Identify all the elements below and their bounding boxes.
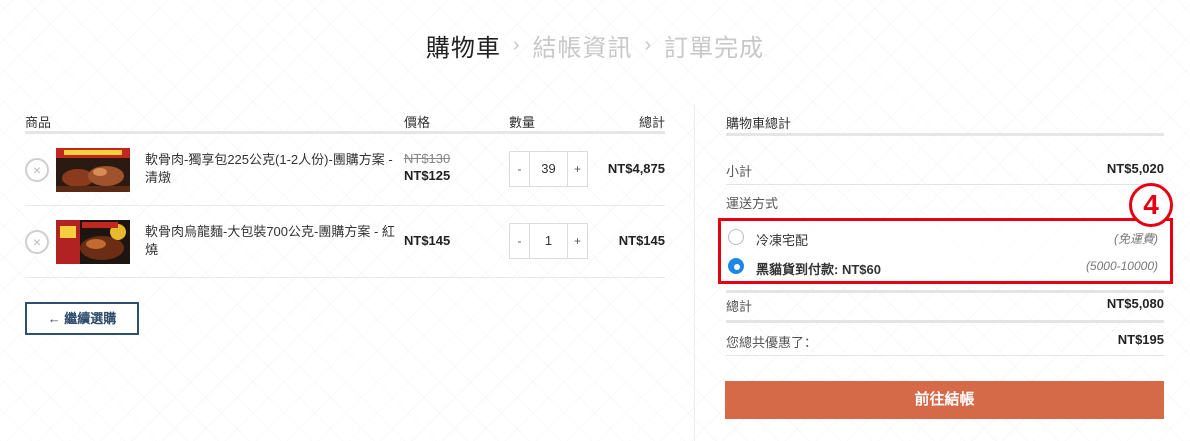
quantity-decrease-button[interactable]: - <box>510 224 529 258</box>
total-label: 總計 <box>726 299 753 314</box>
quantity-input[interactable]: 39 <box>529 152 568 186</box>
quantity-increase-button[interactable]: + <box>568 224 587 258</box>
cart-row: × 軟骨肉-獨享包225公克(1-2人份)-團購方案 - 清燉 NT$130 N… <box>25 134 665 206</box>
row-total: NT$145 <box>618 233 665 248</box>
quantity-stepper: - 39 + <box>509 151 588 187</box>
row-total: NT$4,875 <box>607 161 665 176</box>
header-quantity: 數量 <box>509 115 536 130</box>
product-name-link[interactable]: 軟骨肉烏龍麵-大包裝700公克-團購方案 - 紅燒 <box>145 223 395 259</box>
divider-line <box>726 184 1164 185</box>
proceed-to-checkout-button[interactable]: 前往結帳 <box>725 381 1164 419</box>
shipping-option-note: (5000-10000) <box>1085 259 1158 273</box>
quantity-increase-button[interactable]: + <box>568 152 587 186</box>
cart-totals-title: 購物車總計 <box>726 104 1164 136</box>
sale-price: NT$145 <box>404 233 451 248</box>
chevron-right-icon: › <box>512 34 521 56</box>
remove-item-button[interactable]: × <box>25 230 49 254</box>
shipping-option-note: (免運費) <box>1114 232 1158 246</box>
total-value: NT$5,080 <box>1106 296 1164 311</box>
column-divider <box>694 104 695 441</box>
step-order-complete: 訂單完成 <box>664 35 765 62</box>
product-thumbnail[interactable] <box>56 148 130 192</box>
cart-row: × 軟骨肉烏龍麵-大包裝700公克-團購方案 - 紅燒 NT$145 - 1 +… <box>25 206 665 278</box>
subtotal-label: 小計 <box>726 164 753 179</box>
shipping-option-cod[interactable]: 黑貓貨到付款: NT$60 (5000-10000) <box>728 256 1158 277</box>
header-product: 商品 <box>25 115 52 130</box>
step-cart: 購物車 <box>425 35 501 62</box>
cart-table-header: 商品 價格 數量 總計 <box>25 104 665 134</box>
discount-value: NT$195 <box>1117 332 1164 347</box>
cart-table: 商品 價格 數量 總計 × 軟骨肉-獨享包225公克(1-2人份)-團購方案 -… <box>25 104 665 278</box>
shipping-option-label: 黑貓貨到付款: NT$60 <box>756 262 881 277</box>
quantity-decrease-button[interactable]: - <box>510 152 529 186</box>
quantity-input[interactable]: 1 <box>529 224 568 258</box>
shipping-option-frozen[interactable]: 冷凍宅配 (免運費) <box>728 227 1158 248</box>
product-name-link[interactable]: 軟骨肉-獨享包225公克(1-2人份)-團購方案 - 清燉 <box>145 151 395 187</box>
shipping-label: 運送方式 <box>726 196 779 211</box>
subtotal-value: NT$5,020 <box>1106 161 1164 176</box>
header-total: 總計 <box>638 115 665 130</box>
divider-line <box>726 355 1164 356</box>
cart-totals: 購物車總計 小計 NT$5,020 運送方式 總計 NT$5,080 您總共優惠… <box>726 104 1164 356</box>
shipping-option-label: 冷凍宅配 <box>756 233 809 248</box>
header-price: 價格 <box>404 115 431 130</box>
product-thumbnail[interactable] <box>56 220 130 264</box>
radio-button[interactable] <box>728 229 744 245</box>
chevron-right-icon: › <box>644 34 653 56</box>
remove-item-button[interactable]: × <box>25 158 49 182</box>
step-checkout-info: 結帳資訊 <box>532 35 633 62</box>
continue-shopping-button[interactable]: ← 繼續選購 <box>25 302 139 335</box>
quantity-stepper: - 1 + <box>509 223 588 259</box>
radio-button-selected[interactable] <box>728 258 744 274</box>
divider-line <box>726 290 1164 293</box>
discount-label: 您總共優惠了： <box>726 335 818 350</box>
checkout-steps: 購物車 › 結帳資訊 › 訂單完成 <box>0 28 1190 63</box>
shipping-options-highlight: 冷凍宅配 (免運費) 黑貓貨到付款: NT$60 (5000-10000) <box>718 218 1173 284</box>
sale-price: NT$125 <box>404 168 451 183</box>
annotation-step-badge: 4 <box>1129 183 1173 227</box>
divider-line <box>726 320 1164 323</box>
original-price: NT$130 <box>404 151 451 166</box>
